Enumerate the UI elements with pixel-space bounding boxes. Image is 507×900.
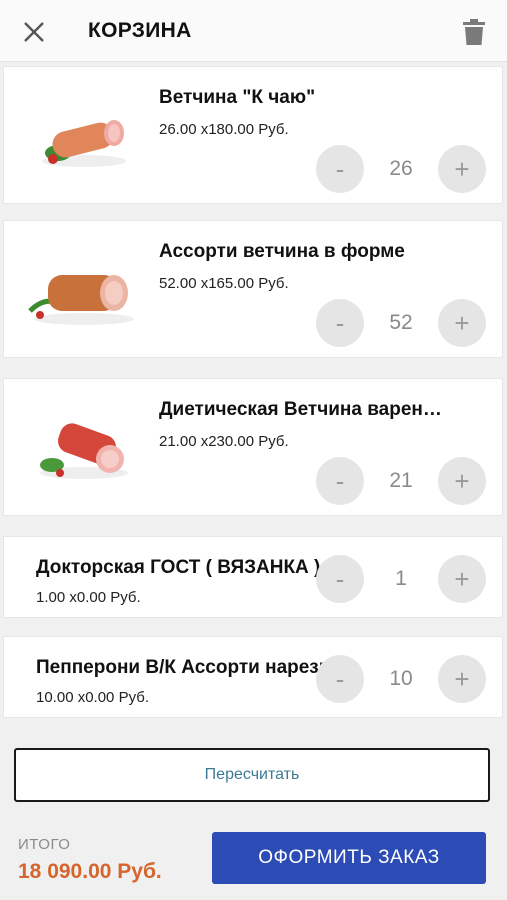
- total-label: ИТОГО: [18, 836, 71, 853]
- quantity-stepper: - 10 +: [316, 655, 486, 703]
- increase-button[interactable]: +: [438, 555, 486, 603]
- product-name: Докторская ГОСТ ( ВЯЗАНКА ): [36, 557, 321, 578]
- product-image: [28, 275, 134, 325]
- product-price: 1.00 x0.00 Руб.: [36, 589, 141, 606]
- product-name: Диетическая Ветчина варен…: [159, 399, 442, 420]
- cart-item: Докторская ГОСТ ( ВЯЗАНКА ) 1.00 x0.00 Р…: [3, 536, 503, 618]
- page-title: КОРЗИНА: [88, 19, 192, 42]
- increase-button[interactable]: +: [438, 299, 486, 347]
- increase-button[interactable]: +: [438, 655, 486, 703]
- increase-button[interactable]: +: [438, 145, 486, 193]
- product-name: Ветчина "К чаю": [159, 87, 316, 108]
- cart-item: Диетическая Ветчина варен… 21.00 x230.00…: [3, 378, 503, 516]
- cart-item: Пепперони В/К Ассорти нарезка 10.00 x0.0…: [3, 636, 503, 718]
- increase-button[interactable]: +: [438, 457, 486, 505]
- decrease-button[interactable]: -: [316, 457, 364, 505]
- cart-list[interactable]: Ветчина "К чаю" 26.00 x180.00 Руб. - 26 …: [0, 62, 507, 718]
- app-header: КОРЗИНА: [0, 0, 507, 62]
- decrease-button[interactable]: -: [316, 299, 364, 347]
- product-image: [40, 423, 128, 479]
- quantity-stepper: - 1 +: [316, 555, 486, 603]
- quantity-stepper: - 52 +: [316, 299, 486, 347]
- quantity-stepper: - 21 +: [316, 457, 486, 505]
- decrease-button[interactable]: -: [316, 145, 364, 193]
- checkout-button[interactable]: ОФОРМИТЬ ЗАКАЗ: [212, 832, 486, 884]
- product-price: 10.00 x0.00 Руб.: [36, 689, 149, 706]
- quantity-stepper: - 26 +: [316, 145, 486, 193]
- product-name: Ассорти ветчина в форме: [159, 241, 405, 262]
- clear-cart-button[interactable]: [454, 12, 494, 52]
- cart-item: Ветчина "К чаю" 26.00 x180.00 Руб. - 26 …: [3, 66, 503, 204]
- quantity-value: 52: [389, 311, 413, 334]
- close-button[interactable]: [14, 12, 54, 52]
- quantity-value: 10: [389, 667, 413, 690]
- quantity-value: 21: [389, 469, 413, 492]
- total-value: 18 090.00 Руб.: [18, 860, 162, 883]
- decrease-button[interactable]: -: [316, 655, 364, 703]
- decrease-button[interactable]: -: [316, 555, 364, 603]
- close-icon: [24, 22, 44, 42]
- quantity-value: 1: [395, 567, 407, 590]
- product-image: [42, 120, 126, 167]
- product-price: 52.00 x165.00 Руб.: [159, 275, 289, 292]
- product-name: Пепперони В/К Ассорти нарезка: [36, 657, 336, 678]
- product-price: 21.00 x230.00 Руб.: [159, 433, 289, 450]
- trash-icon: [463, 19, 485, 45]
- quantity-value: 26: [389, 157, 413, 180]
- recalculate-button[interactable]: Пересчитать: [14, 748, 490, 802]
- order-footer: ИТОГО 18 090.00 Руб. ОФОРМИТЬ ЗАКАЗ: [0, 816, 507, 900]
- product-price: 26.00 x180.00 Руб.: [159, 121, 289, 138]
- cart-item: Ассорти ветчина в форме 52.00 x165.00 Ру…: [3, 220, 503, 358]
